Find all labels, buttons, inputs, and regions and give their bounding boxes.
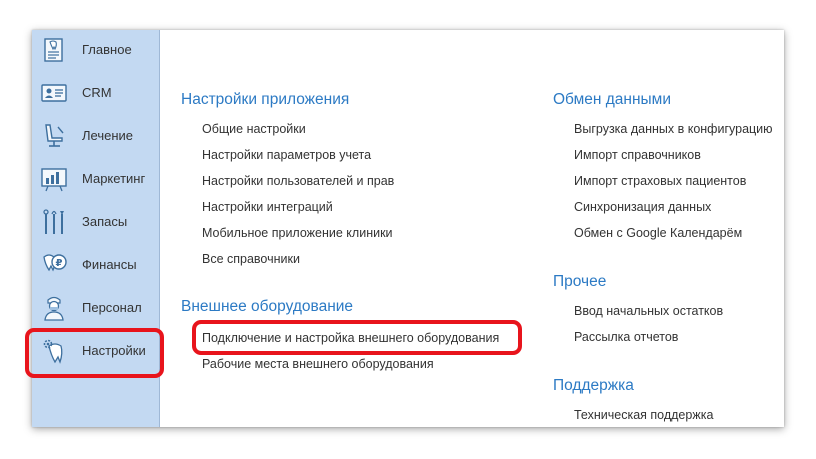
chart-board-icon [41,168,67,192]
sidebar-item-crm[interactable]: CRM [32,75,159,111]
sidebar-item-label: Финансы [82,257,137,272]
sidebar-item-label: CRM [82,85,112,100]
section-title-hardware: Внешнее оборудование [181,298,354,315]
sidebar-item-settings[interactable]: Настройки [32,333,159,369]
sidebar-item-treatment[interactable]: Лечение [32,118,159,154]
contact-card-icon [41,84,67,102]
settings-panel: Настройки приложения Общие настройки Нас… [160,30,784,427]
doctor-icon [44,296,64,321]
sidebar-item-label: Лечение [82,128,134,143]
sidebar-item-finance[interactable]: ₽ Финансы [32,247,159,283]
sidebar: Главное CRM Лечение Маркетинг Запасы ₽ Ф… [32,30,160,427]
link-accounting-params[interactable]: Настройки параметров учета [202,148,371,162]
link-import-directories[interactable]: Импорт справочников [574,148,701,162]
sidebar-item-label: Маркетинг [82,171,146,186]
tooth-gear-icon [43,339,63,364]
sidebar-item-label: Главное [82,42,132,57]
link-hardware-workplaces[interactable]: Рабочие места внешнего оборудования [202,357,434,371]
link-sync-data[interactable]: Синхронизация данных [574,200,711,214]
svg-text:₽: ₽ [56,258,63,269]
sidebar-item-staff[interactable]: Персонал [32,290,159,326]
section-title-app-settings: Настройки приложения [181,91,350,108]
link-mobile-app[interactable]: Мобильное приложение клиники [202,226,393,240]
sidebar-item-main[interactable]: Главное [32,32,159,68]
link-all-directories[interactable]: Все справочники [202,252,300,266]
section-title-data-exchange: Обмен данными [553,91,671,108]
dental-tools-icon [43,209,64,234]
link-initial-balances[interactable]: Ввод начальных остатков [574,304,723,318]
app-window: Главное CRM Лечение Маркетинг Запасы ₽ Ф… [32,30,784,427]
section-title-support: Поддержка [553,377,634,394]
sidebar-item-label: Запасы [82,214,128,229]
sidebar-item-inventory[interactable]: Запасы [32,204,159,240]
tooth-ruble-icon: ₽ [43,254,67,272]
sidebar-item-label: Настройки [82,343,146,358]
link-tech-support[interactable]: Техническая поддержка [574,408,713,422]
link-google-calendar[interactable]: Обмен с Google Календарём [574,226,742,240]
link-general-settings[interactable]: Общие настройки [202,122,306,136]
link-users-rights[interactable]: Настройки пользователей и прав [202,174,394,188]
section-title-other: Прочее [553,273,607,290]
sidebar-item-marketing[interactable]: Маркетинг [32,161,159,197]
sidebar-item-label: Персонал [82,300,142,315]
link-integrations[interactable]: Настройки интеграций [202,200,333,214]
tooth-list-icon [44,38,63,62]
link-import-insured[interactable]: Импорт страховых пациентов [574,174,746,188]
link-hardware-connect[interactable]: Подключение и настройка внешнего оборудо… [202,331,499,345]
link-report-mailing[interactable]: Рассылка отчетов [574,330,678,344]
link-export-config[interactable]: Выгрузка данных в конфигурацию [574,122,773,136]
dental-chair-icon [45,124,64,147]
